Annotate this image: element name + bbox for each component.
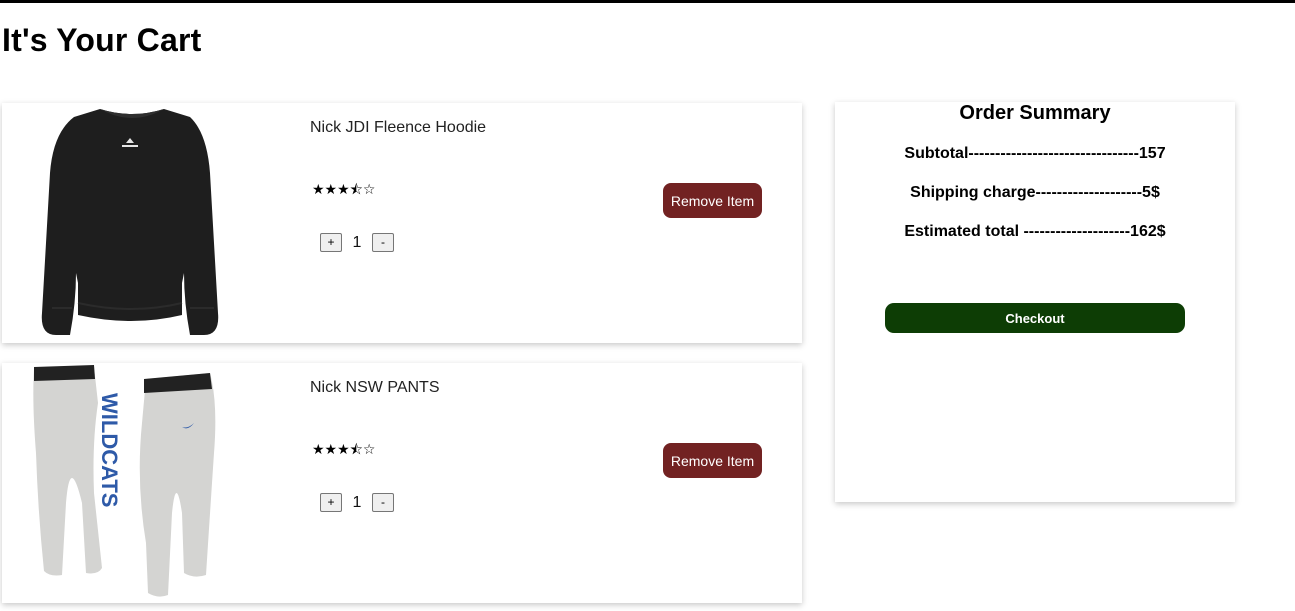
quantity-stepper: + 1 - bbox=[320, 493, 394, 512]
top-border bbox=[0, 0, 1295, 3]
pants-print-text: WILDCATS bbox=[97, 393, 122, 507]
remove-item-button[interactable]: Remove Item bbox=[663, 183, 762, 218]
page-title: It's Your Cart bbox=[2, 22, 202, 58]
cart-item: WILDCATS Nick NSW PANTS ★★★⯪☆ + 1 - Remo… bbox=[2, 363, 802, 603]
quantity-value: 1 bbox=[352, 233, 362, 251]
product-name: Nick JDI Fleence Hoodie bbox=[310, 119, 487, 136]
pants-image: WILDCATS bbox=[33, 365, 216, 597]
decrease-quantity-button[interactable]: - bbox=[372, 493, 394, 512]
checkout-button[interactable]: Checkout bbox=[885, 303, 1185, 333]
increase-quantity-button[interactable]: + bbox=[320, 233, 342, 252]
rating-stars: ★★★⯪☆ bbox=[312, 182, 376, 198]
cart-item: Nick JDI Fleence Hoodie ★★★⯪☆ + 1 - Remo… bbox=[2, 103, 802, 343]
product-name: Nick NSW PANTS bbox=[310, 379, 440, 396]
quantity-value: 1 bbox=[352, 493, 362, 511]
estimated-total-line: Estimated total --------------------162$ bbox=[904, 223, 1166, 240]
subtotal-line: Subtotal--------------------------------… bbox=[904, 145, 1166, 162]
order-summary-title: Order Summary bbox=[959, 102, 1111, 124]
hoodie-image bbox=[41, 109, 219, 335]
increase-quantity-button[interactable]: + bbox=[320, 493, 342, 512]
order-summary-panel: Order Summary Subtotal------------------… bbox=[835, 102, 1235, 502]
quantity-stepper: + 1 - bbox=[320, 233, 394, 252]
shipping-charge-line: Shipping charge--------------------5$ bbox=[910, 184, 1160, 201]
decrease-quantity-button[interactable]: - bbox=[372, 233, 394, 252]
rating-stars: ★★★⯪☆ bbox=[312, 442, 376, 458]
remove-item-button[interactable]: Remove Item bbox=[663, 443, 762, 478]
